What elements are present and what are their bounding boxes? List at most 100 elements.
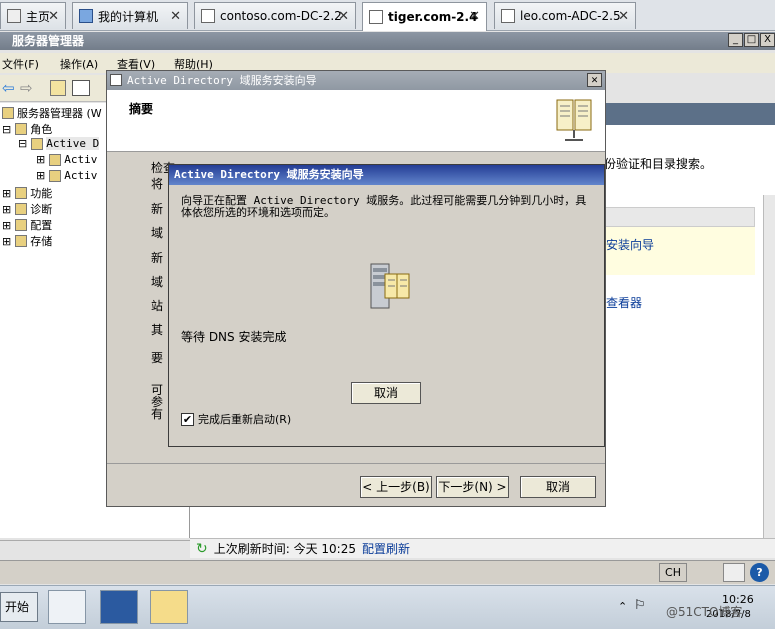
tree-root[interactable]: 服务器管理器 (W: [2, 105, 102, 121]
summary-fragment: 将: [151, 177, 164, 191]
taskbar: 开始 ⌃ ⚐ 10:26 2018/7/8 @51CTO博客: [0, 585, 775, 629]
tree-roles[interactable]: ⊟ 角色: [2, 121, 52, 137]
wizard-titlebar: Active Directory 域服务安装向导 ✕: [107, 71, 605, 90]
up-folder-icon[interactable]: [50, 80, 66, 96]
forward-arrow-icon[interactable]: ⇨: [20, 79, 33, 97]
summary-fragment: 要: [151, 351, 164, 365]
powershell-taskbar-icon[interactable]: [100, 590, 138, 624]
config-icon: [15, 219, 28, 231]
wizard-cancel-button[interactable]: 取消: [520, 476, 596, 498]
wizard-title: Active Directory 域服务安装向导: [127, 74, 317, 87]
refresh-icon[interactable]: ↻: [196, 541, 208, 557]
tab-tiger[interactable]: tiger.com-2.4 ✕: [362, 2, 487, 31]
home-icon: [7, 9, 21, 23]
tree-horizontal-scrollbar[interactable]: [0, 540, 190, 556]
tree-diagnostics[interactable]: ⊞ 诊断: [2, 201, 52, 217]
tree-ad-child-1[interactable]: ⊞ Activ: [36, 153, 97, 166]
session-tabs: 主页 ✕ 我的计算机 ✕ contoso.com-DC-2.2 ✕ tiger.com…: [0, 0, 775, 31]
tab-label: tiger.com-2.4: [388, 10, 478, 24]
vm-icon: [201, 9, 215, 23]
menu-file[interactable]: 文件(F): [2, 56, 39, 72]
server-manager-icon: [2, 107, 14, 119]
next-button[interactable]: 下一步(N) >: [436, 476, 509, 498]
tab-home[interactable]: 主页 ✕: [0, 2, 66, 29]
tab-contoso[interactable]: contoso.com-DC-2.2 ✕: [194, 2, 356, 29]
refresh-time: 上次刷新时间: 今天 10:25: [213, 542, 356, 556]
close-icon[interactable]: ✕: [170, 9, 181, 24]
details-scrollbar[interactable]: [763, 195, 775, 540]
tab-leo[interactable]: leo.com-ADC-2.5 ✕: [494, 2, 636, 29]
wizard-page-title: 摘要: [129, 102, 154, 116]
book-icon: [556, 99, 592, 141]
wizard-app-icon: [110, 74, 122, 86]
reboot-checkbox[interactable]: ✔: [181, 412, 194, 426]
window-controls: _ □ X: [727, 33, 775, 47]
refresh-bar: ↻ 上次刷新时间: 今天 10:25 配置刷新: [190, 538, 775, 558]
show-hidden-icons[interactable]: ⌃: [618, 600, 627, 613]
summary-fragment: 有: [151, 407, 164, 421]
back-button[interactable]: < 上一步(B): [360, 476, 432, 498]
tree-ad-child-2[interactable]: ⊞ Activ: [36, 169, 97, 182]
progress-title: Active Directory 域服务安装向导: [174, 168, 364, 181]
show-hide-tree-icon[interactable]: [72, 80, 90, 96]
close-icon[interactable]: ✕: [618, 9, 629, 24]
progress-cancel-button[interactable]: 取消: [351, 382, 421, 404]
role-description: 份验证和目录搜索。: [604, 157, 713, 171]
users-icon: [49, 169, 62, 182]
summary-fragment: 新: [151, 251, 164, 265]
close-icon[interactable]: ✕: [48, 9, 59, 24]
flag-icon[interactable]: ⚐: [634, 598, 646, 613]
input-language[interactable]: CH: [659, 563, 687, 582]
tab-label: contoso.com-DC-2.2: [220, 9, 342, 23]
ad-icon: [31, 137, 44, 150]
reboot-checkbox-row[interactable]: ✔ 完成后重新启动(R): [181, 411, 291, 427]
vm-icon: [369, 10, 383, 24]
status-bar: CH ?: [0, 560, 775, 584]
help-icon[interactable]: ?: [750, 563, 769, 582]
back-arrow-icon[interactable]: ⇦: [2, 79, 15, 97]
vm-icon: [501, 9, 515, 23]
remote-desktop-screen: 主页 ✕ 我的计算机 ✕ contoso.com-DC-2.2 ✕ tiger.com…: [0, 0, 775, 629]
keyboard-icon[interactable]: [723, 563, 745, 582]
storage-icon: [15, 235, 28, 247]
menu-action[interactable]: 操作(A): [60, 56, 98, 72]
close-button[interactable]: X: [760, 33, 775, 47]
install-wizard-link[interactable]: 安装向导: [606, 236, 654, 253]
configure-refresh-link[interactable]: 配置刷新: [362, 540, 410, 557]
watermark: @51CTO博客: [666, 605, 743, 619]
tree-ad[interactable]: ⊟ Active D: [18, 137, 100, 150]
computer-icon: [79, 9, 93, 23]
app-titlebar: 服务器管理器: [0, 32, 775, 50]
diagnostics-icon: [15, 203, 28, 215]
progress-status: 等待 DNS 安装完成: [181, 330, 287, 344]
restore-button[interactable]: □: [744, 33, 759, 47]
close-icon[interactable]: ✕: [469, 9, 480, 24]
summary-fragment: 域: [151, 226, 164, 240]
tree-features[interactable]: ⊞ 功能: [2, 185, 52, 201]
roles-icon: [15, 123, 28, 135]
tab-label: 主页: [26, 9, 51, 24]
tree-storage[interactable]: ⊞ 存储: [2, 233, 52, 249]
progress-dialog: Active Directory 域服务安装向导 向导正在配置 Active D…: [168, 164, 605, 447]
reboot-label: 完成后重新启动(R): [198, 413, 292, 426]
progress-message: 向导正在配置 Active Directory 域服务。此过程可能需要几分钟到几…: [181, 194, 587, 219]
close-icon[interactable]: ✕: [338, 9, 349, 24]
explorer-taskbar-icon[interactable]: [150, 590, 188, 624]
summary-fragment: 站: [151, 299, 164, 313]
features-icon: [15, 187, 28, 199]
tab-label: leo.com-ADC-2.5: [520, 9, 621, 23]
summary-fragment: 域: [151, 275, 164, 289]
wizard-close-button[interactable]: ✕: [587, 73, 602, 87]
start-button[interactable]: 开始: [0, 592, 38, 622]
tab-label: 我的计算机: [98, 9, 159, 24]
server-manager-taskbar-icon[interactable]: [48, 590, 86, 624]
server-book-icon: [370, 263, 410, 309]
event-viewer-link[interactable]: 查看器: [606, 294, 642, 311]
tab-my-computer[interactable]: 我的计算机 ✕: [72, 2, 188, 29]
progress-titlebar: Active Directory 域服务安装向导: [169, 165, 604, 185]
summary-fragment: 新: [151, 202, 164, 216]
summary-fragment: 其: [151, 323, 164, 337]
minimize-button[interactable]: _: [728, 33, 743, 47]
tree-config[interactable]: ⊞ 配置: [2, 217, 52, 233]
folder-icon: [49, 153, 62, 166]
